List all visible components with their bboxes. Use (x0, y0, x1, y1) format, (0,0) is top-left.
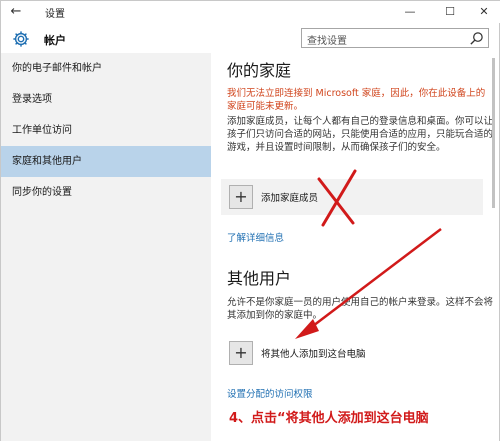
search-input[interactable]: 查找设置 (301, 28, 489, 48)
search-placeholder: 查找设置 (307, 36, 347, 47)
settings-window: ← 设置 — ☐ ✕ 帐户 查找设置 你的电子邮件和帐户 登录选项 工作单位访问… (0, 0, 500, 441)
scrollbar-thumb[interactable] (492, 58, 495, 208)
sidebar: 你的电子邮件和帐户 登录选项 工作单位访问 家庭和其他用户 同步你的设置 (1, 53, 211, 441)
page-title: 帐户 (44, 34, 66, 47)
search-icon[interactable] (469, 31, 484, 46)
scrollbar[interactable] (491, 53, 497, 441)
add-family-member-label: 添加家庭成员 (261, 193, 319, 204)
window-title: 设置 (45, 9, 65, 20)
plus-icon: + (229, 341, 253, 365)
main-content: 你的家庭 我们无法立即连接到 Microsoft 家庭，因此，你在此设备上的家庭… (211, 53, 499, 441)
other-users-heading: 其他用户 (227, 269, 292, 288)
sidebar-item-email-accounts[interactable]: 你的电子邮件和帐户 (1, 53, 211, 84)
family-warning: 我们无法立即连接到 Microsoft 家庭，因此，你在此设备上的家庭可能未更新… (227, 88, 486, 112)
back-arrow-icon[interactable]: ← (7, 3, 25, 21)
plus-icon: + (229, 185, 253, 209)
sidebar-item-work-access[interactable]: 工作单位访问 (1, 115, 211, 146)
sidebar-item-family-other-users[interactable]: 家庭和其他用户 (1, 146, 211, 177)
sidebar-item-sign-in-options[interactable]: 登录选项 (1, 84, 211, 115)
other-users-description: 允许不是你家庭一员的用户使用自己的帐户来登录。这样不会将其添加到你的家庭中。 (227, 297, 494, 321)
maximize-icon[interactable]: ☐ (438, 3, 462, 21)
minimize-icon[interactable]: — (398, 3, 422, 21)
learn-more-link[interactable]: 了解详细信息 (227, 230, 284, 244)
sidebar-item-sync-settings[interactable]: 同步你的设置 (1, 177, 211, 208)
add-other-user-label: 将其他人添加到这台电脑 (261, 349, 366, 360)
add-other-user-button[interactable]: + 将其他人添加到这台电脑 (221, 335, 483, 371)
annotation-caption: 4、点击“将其他人添加到这台电脑 (227, 407, 431, 426)
add-family-member-button[interactable]: + 添加家庭成员 (221, 179, 483, 215)
family-description: 添加家庭成员，让每个人都有自己的登录信息和桌面。你可以让孩子们只访问合适的网站，… (227, 116, 494, 153)
close-icon[interactable]: ✕ (472, 3, 496, 21)
assigned-access-link[interactable]: 设置分配的访问权限 (227, 386, 313, 400)
gear-icon (13, 31, 29, 47)
family-heading: 你的家庭 (227, 61, 292, 80)
title-bar: ← 设置 — ☐ ✕ (1, 1, 500, 23)
